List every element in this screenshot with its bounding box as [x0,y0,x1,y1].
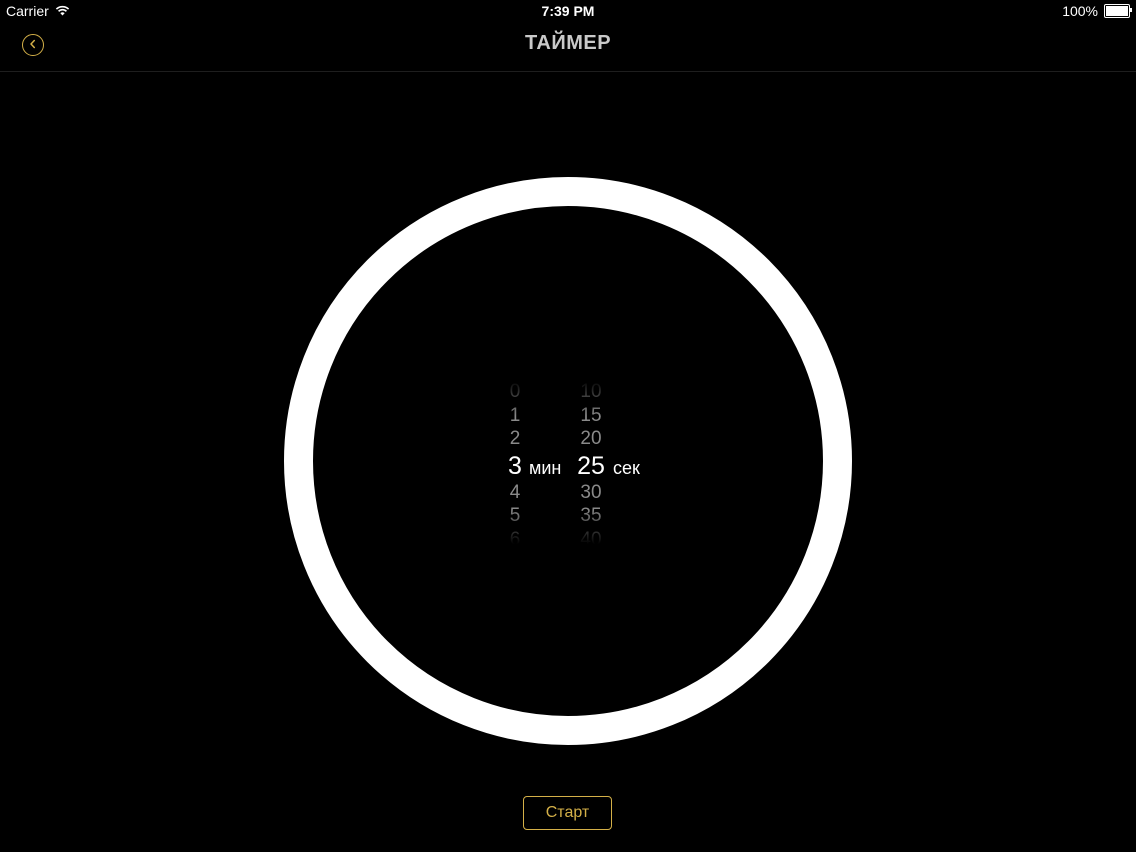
minutes-option[interactable]: 4 [510,481,521,505]
time-picker[interactable]: 0 1 2 3 4 5 6 мин 10 15 20 25 30 35 40 4… [490,380,660,573]
status-time: 7:39 PM [541,3,595,19]
seconds-unit-label: сек [613,458,640,478]
page-title: ТАЙМЕР [524,32,612,54]
seconds-option[interactable]: 10 [580,380,601,404]
start-button[interactable]: Старт [523,796,612,830]
minutes-option[interactable]: 0 [510,380,521,404]
seconds-option[interactable]: 20 [580,427,601,451]
nav-bar: ТАЙМЕР [0,22,1136,72]
battery-percent: 100% [1062,3,1098,19]
minutes-selected[interactable]: 3 [508,451,522,481]
status-right: 100% [1062,3,1132,19]
status-bar: Carrier 7:39 PM 100% [0,0,1136,22]
minutes-option[interactable]: 5 [510,504,521,528]
seconds-option[interactable]: 30 [580,481,601,505]
seconds-selected[interactable]: 25 [577,451,605,481]
battery-icon [1104,4,1132,18]
minutes-wheel[interactable]: 0 1 2 3 4 5 6 [500,380,530,551]
seconds-option[interactable]: 35 [580,504,601,528]
minutes-option[interactable]: 1 [510,404,521,428]
seconds-option[interactable]: 15 [580,404,601,428]
minutes-unit-label: мин [529,458,562,478]
minutes-option[interactable]: 2 [510,427,521,451]
